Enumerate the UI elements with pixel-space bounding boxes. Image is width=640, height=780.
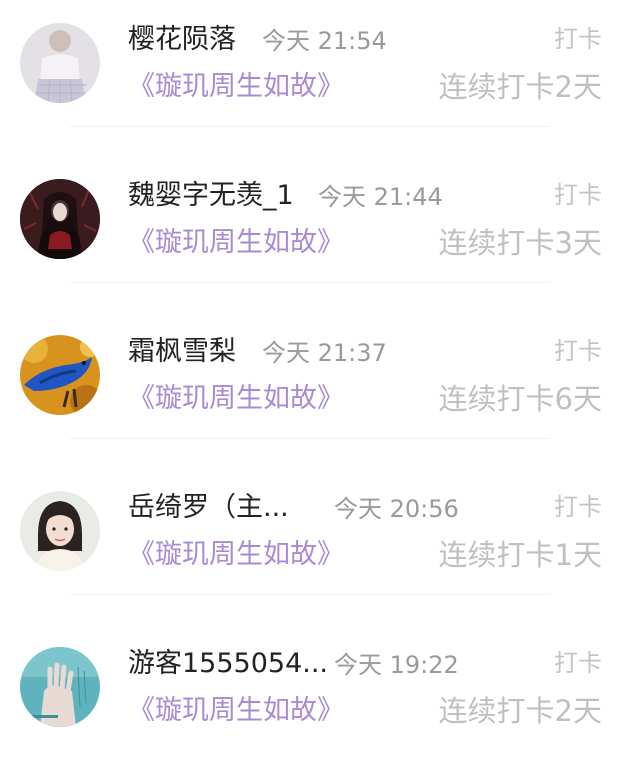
checkin-row[interactable]: 樱花陨落 今天 21:54 打卡 《璇玑周生如故》 连续打卡2天 [0,0,640,156]
streak-count: 连续打卡2天 [438,694,602,728]
row-divider [70,594,550,595]
checkin-action-label: 打卡 [554,181,602,209]
checkin-action-label: 打卡 [554,25,602,53]
username[interactable]: 游客1555054... [128,646,328,682]
avatar-girl-in-dress[interactable] [20,23,100,103]
checkin-time: 今天 20:56 [334,495,459,523]
row-divider [70,438,550,439]
checkin-action-label: 打卡 [554,493,602,521]
checkin-time: 今天 21:54 [262,27,387,55]
username[interactable]: 魏婴字无羡_1 [128,178,294,214]
book-title-link[interactable]: 《璇玑周生如故》 [128,380,344,418]
avatar-teal-hand[interactable] [20,647,100,727]
book-title-link[interactable]: 《璇玑周生如故》 [128,692,344,730]
checkin-list: 樱花陨落 今天 21:54 打卡 《璇玑周生如故》 连续打卡2天 魏婴字无羡_1… [0,0,640,745]
checkin-row[interactable]: 游客1555054... 今天 19:22 打卡 《璇玑周生如故》 连续打卡2天 [0,624,640,780]
avatar-woman-portrait[interactable] [20,491,100,571]
username[interactable]: 霜枫雪梨 [128,334,236,370]
checkin-time: 今天 21:44 [318,183,443,211]
avatar-blue-bird[interactable] [20,335,100,415]
book-title-link[interactable]: 《璇玑周生如故》 [128,68,344,106]
checkin-row[interactable]: 霜枫雪梨 今天 21:37 打卡 《璇玑周生如故》 连续打卡6天 [0,312,640,468]
book-title-link[interactable]: 《璇玑周生如故》 [128,224,344,262]
checkin-time: 今天 21:37 [262,339,387,367]
username[interactable]: 岳绮罗（主... [128,490,289,526]
book-title-link[interactable]: 《璇玑周生如故》 [128,536,344,574]
streak-count: 连续打卡6天 [438,382,602,416]
username[interactable]: 樱花陨落 [128,22,236,58]
streak-count: 连续打卡3天 [438,226,602,260]
checkin-row[interactable]: 魏婴字无羡_1 今天 21:44 打卡 《璇玑周生如故》 连续打卡3天 [0,156,640,312]
checkin-action-label: 打卡 [554,649,602,677]
avatar-dark-anime-figure[interactable] [20,179,100,259]
streak-count: 连续打卡2天 [438,70,602,104]
checkin-action-label: 打卡 [554,337,602,365]
row-divider [70,126,550,127]
row-divider [70,282,550,283]
streak-count: 连续打卡1天 [438,538,602,572]
checkin-time: 今天 19:22 [334,651,459,679]
checkin-row[interactable]: 岳绮罗（主... 今天 20:56 打卡 《璇玑周生如故》 连续打卡1天 [0,468,640,624]
